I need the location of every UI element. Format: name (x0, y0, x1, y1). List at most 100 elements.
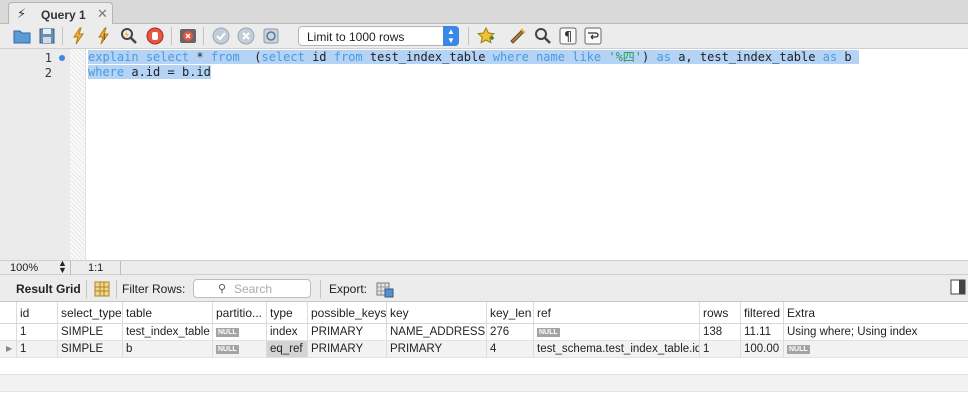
grid-cell[interactable]: PRIMARY (308, 324, 387, 340)
filter-search-box[interactable]: ⚲ (193, 279, 311, 298)
grid-cell[interactable]: 1 (17, 324, 58, 340)
cursor-position: 1:1 (88, 262, 104, 274)
column-header[interactable]: Extra (784, 302, 968, 323)
status-separator (120, 261, 121, 275)
grid-cell[interactable]: b (123, 341, 213, 357)
status-separator (70, 261, 71, 275)
column-header[interactable]: type (267, 302, 308, 323)
editor-gutter: 1 2 (0, 49, 70, 261)
toolbar-separator (86, 280, 87, 298)
invisible-chars-icon[interactable]: ¶ (558, 26, 578, 46)
null-badge: NULL (537, 328, 560, 337)
null-badge: NULL (216, 345, 239, 354)
column-header[interactable]: id (17, 302, 58, 323)
table-row[interactable]: ▶ 1 SIMPLE b NULL eq_ref PRIMARY PRIMARY… (0, 341, 968, 358)
svg-text:¶: ¶ (564, 30, 572, 45)
toolbar-separator (468, 27, 469, 45)
row-marker: ▶ (0, 341, 17, 357)
null-badge: NULL (216, 328, 239, 337)
column-header[interactable]: table (123, 302, 213, 323)
grid-cell[interactable]: 11.11 (741, 324, 784, 340)
toolbar-separator (116, 280, 117, 298)
find-icon[interactable] (533, 26, 553, 46)
tab-title: Query 1 (41, 8, 86, 22)
result-grid-label: Result Grid (16, 282, 81, 296)
svg-text:I: I (103, 33, 105, 42)
sql-toolbar: I Limit to 1000 rows ▲ ▼ ¶ (0, 24, 968, 48)
sql-editor[interactable]: 1 2 explain select * from (select id fro… (0, 48, 968, 261)
wrap-icon[interactable] (583, 26, 603, 46)
explain-icon[interactable] (119, 26, 139, 46)
search-input[interactable] (234, 282, 304, 296)
autocommit-icon[interactable] (261, 26, 281, 46)
tab-bar: ⚡ Query 1 ✕ (0, 0, 968, 25)
toolbar-separator (320, 280, 321, 298)
close-icon[interactable]: ✕ (97, 6, 108, 22)
column-header[interactable]: rows (700, 302, 741, 323)
zoom-level: 100% (10, 262, 39, 274)
limit-rows-select[interactable]: Limit to 1000 rows ▲ ▼ (298, 26, 459, 46)
grid-cell[interactable]: 276 (487, 324, 534, 340)
line-number: 1 (44, 51, 52, 65)
column-header[interactable]: select_type (58, 302, 123, 323)
grid-cell[interactable]: NULL (213, 324, 267, 340)
line-number: 2 (44, 66, 52, 80)
grid-cell[interactable]: 4 (487, 341, 534, 357)
grid-cell-selected[interactable]: eq_ref (267, 341, 308, 357)
grid-cell[interactable]: 1 (700, 341, 741, 357)
column-header[interactable]: ref (534, 302, 700, 323)
open-folder-icon[interactable] (12, 26, 32, 46)
limit-rows-value: Limit to 1000 rows (307, 30, 405, 44)
export-icon[interactable] (375, 279, 395, 299)
chevron-updown-icon: ▲ ▼ (443, 26, 459, 46)
row-marker-header (0, 302, 17, 323)
grid-cell[interactable]: 138 (700, 324, 741, 340)
grid-cell[interactable]: Using where; Using index (784, 324, 968, 340)
grid-cell[interactable]: NULL (534, 324, 700, 340)
commit-icon[interactable] (211, 26, 231, 46)
code-line-1[interactable]: explain select * from (select id from te… (88, 50, 859, 65)
table-row[interactable]: 1 SIMPLE test_index_table NULL index PRI… (0, 324, 968, 341)
grid-cell[interactable]: 100.00 (741, 341, 784, 357)
grid-cell[interactable]: test_index_table (123, 324, 213, 340)
grid-cell[interactable]: SIMPLE (58, 341, 123, 357)
result-grid[interactable]: id select_type table partitio... type po… (0, 302, 968, 403)
execute-icon[interactable] (69, 26, 89, 46)
toolbar-separator (62, 27, 63, 45)
grid-header-row: id select_type table partitio... type po… (0, 302, 968, 324)
execute-current-icon[interactable]: I (94, 26, 114, 46)
stop-icon[interactable] (145, 26, 165, 46)
rollback-icon[interactable] (236, 26, 256, 46)
beautify-icon[interactable] (508, 26, 528, 46)
column-header[interactable]: filtered (741, 302, 784, 323)
filter-rows-label: Filter Rows: (122, 282, 186, 296)
row-marker (0, 324, 17, 340)
column-header[interactable]: possible_keys (308, 302, 387, 323)
grid-cell[interactable]: test_schema.test_index_table.id (534, 341, 700, 357)
toggle-error-icon[interactable] (178, 26, 198, 46)
grid-cell[interactable]: 1 (17, 341, 58, 357)
empty-row (0, 358, 968, 375)
export-label: Export: (329, 282, 368, 296)
grid-cell[interactable]: PRIMARY (308, 341, 387, 357)
grid-cell[interactable]: NAME_ADDRESS (387, 324, 487, 340)
grid-cell[interactable]: NULL (213, 341, 267, 357)
column-header[interactable]: key (387, 302, 487, 323)
fold-margin (70, 49, 86, 261)
grid-cell[interactable]: index (267, 324, 308, 340)
save-icon[interactable] (37, 26, 57, 46)
tab-query-1[interactable]: ⚡ Query 1 ✕ (8, 2, 113, 25)
empty-row (0, 375, 968, 392)
grid-view-icon[interactable] (92, 279, 112, 299)
column-header[interactable]: partitio... (213, 302, 267, 323)
panel-toggle-icon[interactable] (950, 279, 966, 295)
zoom-stepper[interactable]: ▲ ▼ (58, 259, 67, 275)
grid-cell[interactable]: NULL (784, 341, 968, 357)
grid-cell[interactable]: PRIMARY (387, 341, 487, 357)
code-line-2[interactable]: where a.id = b.id (88, 65, 211, 80)
column-header[interactable]: key_len (487, 302, 534, 323)
lightning-icon: ⚡ (17, 6, 27, 21)
grid-cell[interactable]: SIMPLE (58, 324, 123, 340)
bookmark-icon[interactable] (476, 26, 496, 46)
null-badge: NULL (787, 345, 810, 354)
